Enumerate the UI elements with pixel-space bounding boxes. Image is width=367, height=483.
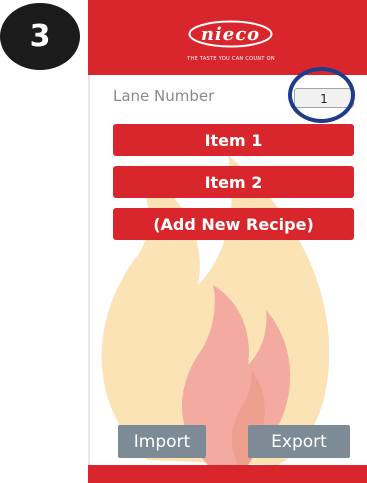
- brand-logo: nieco: [188, 20, 273, 48]
- logo-tagline: THE TASTE YOU CAN COUNT ON: [187, 56, 275, 62]
- step-number-badge: 3: [0, 3, 80, 70]
- footer-bar: [88, 465, 367, 483]
- header-bar: nieco THE TASTE YOU CAN COUNT ON: [88, 0, 367, 75]
- lane-number-label: Lane Number: [113, 87, 215, 105]
- import-button[interactable]: Import: [118, 425, 206, 458]
- lane-number-highlight-circle: [288, 67, 355, 123]
- export-button[interactable]: Export: [248, 425, 350, 458]
- recipe-button-item-1[interactable]: Item 1: [113, 124, 354, 156]
- add-new-recipe-button[interactable]: (Add New Recipe): [113, 208, 354, 240]
- recipe-button-item-2[interactable]: Item 2: [113, 166, 354, 198]
- logo-text: nieco: [200, 23, 261, 45]
